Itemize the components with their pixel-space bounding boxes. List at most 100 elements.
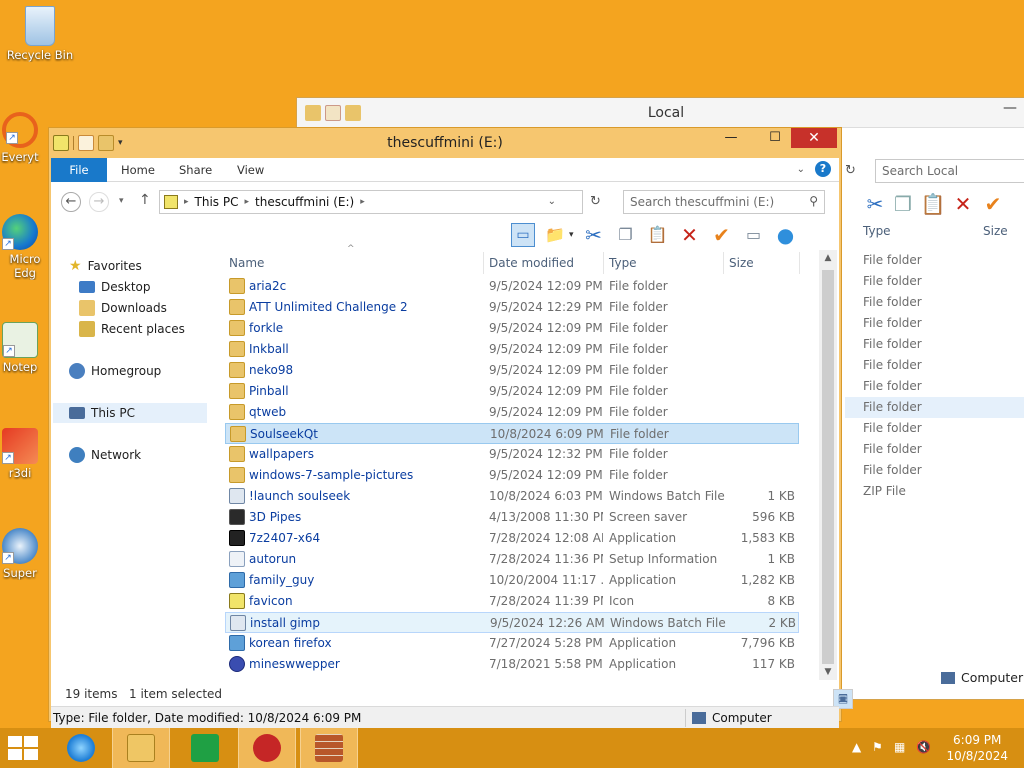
table-row[interactable]: korean firefox 7/27/2024 5:28 PM Applicati… <box>225 633 799 654</box>
recent-locations-icon[interactable]: ▾ <box>119 196 124 206</box>
column-divider[interactable] <box>723 252 724 274</box>
desktop-icon-everything[interactable]: ↗ Everyt <box>0 112 46 164</box>
up-arrow-icon[interactable]: ↑ <box>139 192 151 208</box>
paste-icon[interactable]: 📋 <box>646 223 670 247</box>
table-row[interactable]: neko98 9/5/2024 12:09 PM File folder <box>225 360 799 381</box>
list-item[interactable]: File folder <box>845 334 1024 355</box>
column-divider[interactable] <box>603 252 604 274</box>
cut-icon[interactable]: ✂ <box>863 192 887 216</box>
list-item[interactable]: File folder <box>845 376 1024 397</box>
list-item[interactable]: File folder <box>845 418 1024 439</box>
desktop-icon-edge[interactable]: ↗ Micro Edg <box>0 214 46 280</box>
vertical-scrollbar[interactable]: ▲ ▼ <box>819 250 837 680</box>
chevron-down-icon[interactable]: ▾ <box>569 230 574 240</box>
taskbar-internet-explorer[interactable] <box>52 728 110 768</box>
list-item[interactable]: ZIP File <box>845 481 1024 502</box>
table-row[interactable]: windows-7-sample-pictures 9/5/2024 12:09 … <box>225 465 799 486</box>
explorer-window[interactable]: ▾ thescuffmini (E:) — ☐ ✕ File Home Shar… <box>48 127 853 728</box>
taskbar-firewall-app[interactable] <box>300 728 358 768</box>
back-button[interactable]: ← <box>61 192 81 212</box>
minimize-button[interactable]: — <box>717 128 745 148</box>
chat-bubble-icon[interactable]: ● <box>774 223 798 247</box>
show-hidden-icons-icon[interactable]: ▲ <box>852 740 861 754</box>
list-item[interactable]: File folder <box>845 313 1024 334</box>
preview-pane-icon[interactable]: ▭ <box>511 223 535 247</box>
scroll-up-icon[interactable]: ▲ <box>819 250 837 266</box>
background-search-input[interactable]: Search Local <box>875 159 1024 183</box>
desktop-icon-recycle-bin[interactable]: Recycle Bin <box>2 6 78 62</box>
background-col-type[interactable]: Type <box>863 224 891 238</box>
table-row[interactable]: mineswwepper 7/18/2021 5:58 PM Application… <box>225 654 799 675</box>
nav-homegroup[interactable]: Homegroup <box>69 361 161 381</box>
table-row[interactable]: family_guy 10/20/2004 11:17 ... Applicatio… <box>225 570 799 591</box>
nav-this-pc[interactable]: This PC <box>53 403 207 423</box>
tab-view[interactable]: View <box>237 158 264 182</box>
table-row[interactable]: 3D Pipes 4/13/2008 11:30 PM Screen saver 59… <box>225 507 799 528</box>
table-row[interactable]: 7z2407-x64 7/28/2024 12:08 AM Application 1… <box>225 528 799 549</box>
nav-desktop[interactable]: Desktop <box>79 277 151 297</box>
volume-muted-icon[interactable]: 🔇 <box>916 740 931 754</box>
list-item[interactable]: File folder <box>845 460 1024 481</box>
cut-icon[interactable]: ✂ <box>582 223 606 247</box>
list-item[interactable]: File folder <box>845 439 1024 460</box>
rename-icon[interactable]: ✔ <box>710 223 734 247</box>
clock[interactable]: 6:09 PM 10/8/2024 <box>946 732 1008 764</box>
nav-recent-places[interactable]: Recent places <box>79 319 185 339</box>
tab-share[interactable]: Share <box>179 158 212 182</box>
nav-downloads[interactable]: Downloads <box>79 298 167 318</box>
column-divider[interactable] <box>483 252 484 274</box>
list-item[interactable]: File folder <box>845 355 1024 376</box>
column-header-type[interactable]: Type <box>609 256 637 270</box>
search-input[interactable]: Search thescuffmini (E:) ⚲ <box>623 190 825 214</box>
rename-icon[interactable]: ✔ <box>981 192 1005 216</box>
delete-icon[interactable]: ✕ <box>678 223 702 247</box>
flag-icon[interactable]: ⚑ <box>872 740 883 754</box>
column-header-date[interactable]: Date modified <box>489 256 574 270</box>
tab-home[interactable]: Home <box>121 158 155 182</box>
window-titlebar[interactable]: ▾ thescuffmini (E:) — ☐ ✕ <box>49 128 841 158</box>
expand-ribbon-icon[interactable]: ⌄ <box>797 164 805 175</box>
copy-icon[interactable]: ❐ <box>614 223 638 247</box>
table-row[interactable]: autorun 7/28/2024 11:36 PM Setup Informati… <box>225 549 799 570</box>
table-row[interactable]: ATT Unlimited Challenge 2 9/5/2024 12:29 … <box>225 297 799 318</box>
search-icon[interactable]: ⚲ <box>809 194 818 208</box>
desktop-icon-notepad[interactable]: ↗ Notep <box>0 322 46 374</box>
forward-button[interactable]: → <box>89 192 109 212</box>
list-item[interactable]: File folder <box>845 397 1024 418</box>
taskbar-file-explorer[interactable] <box>112 728 170 768</box>
taskbar-store[interactable] <box>176 728 234 768</box>
select-icon[interactable]: ▭ <box>742 223 766 247</box>
minimize-button[interactable]: — <box>1003 100 1017 116</box>
address-dropdown-icon[interactable]: ⌄ <box>548 196 556 207</box>
tab-file[interactable]: File <box>51 158 107 182</box>
column-header-name[interactable]: Name <box>229 256 264 270</box>
table-row[interactable]: !launch soulseek 10/8/2024 6:03 PM Windows… <box>225 486 799 507</box>
table-row[interactable]: forkle 9/5/2024 12:09 PM File folder <box>225 318 799 339</box>
copy-icon[interactable]: ❐ <box>891 192 915 216</box>
breadcrumb-this-pc[interactable]: This PC <box>195 195 239 209</box>
taskbar-alarm-app[interactable] <box>238 728 296 768</box>
column-header-size[interactable]: Size <box>729 256 754 270</box>
table-row[interactable]: SoulseekQt 10/8/2024 6:09 PM File folder <box>225 423 799 444</box>
nav-favorites[interactable]: ★ Favorites <box>69 256 142 276</box>
table-row[interactable]: aria2c 9/5/2024 12:09 PM File folder <box>225 276 799 297</box>
scrollbar-thumb[interactable] <box>822 270 834 664</box>
maximize-button[interactable]: ☐ <box>761 128 789 148</box>
background-col-size[interactable]: Size <box>983 224 1008 238</box>
network-tray-icon[interactable]: ▦ <box>894 740 905 754</box>
paste-icon[interactable]: 📋 <box>921 192 946 216</box>
desktop-icon-super[interactable]: ↗ Super <box>0 528 46 580</box>
list-item[interactable]: File folder <box>845 292 1024 313</box>
table-row[interactable]: qtweb 9/5/2024 12:09 PM File folder <box>225 402 799 423</box>
table-row[interactable]: wallpapers 9/5/2024 12:32 PM File folder <box>225 444 799 465</box>
table-row[interactable]: favicon 7/28/2024 11:39 PM Icon 8 KB <box>225 591 799 612</box>
list-item[interactable]: File folder <box>845 250 1024 271</box>
start-button[interactable] <box>8 736 38 760</box>
desktop-icon-r3di[interactable]: ↗ r3di <box>0 428 46 480</box>
table-row[interactable]: install gimp 9/5/2024 12:26 AM Windows Bat… <box>225 612 799 633</box>
refresh-icon[interactable]: ↻ <box>845 159 859 183</box>
delete-icon[interactable]: ✕ <box>951 192 975 216</box>
table-row[interactable]: Pinball 9/5/2024 12:09 PM File folder <box>225 381 799 402</box>
list-item[interactable]: File folder <box>845 271 1024 292</box>
scroll-down-icon[interactable]: ▼ <box>819 664 837 680</box>
